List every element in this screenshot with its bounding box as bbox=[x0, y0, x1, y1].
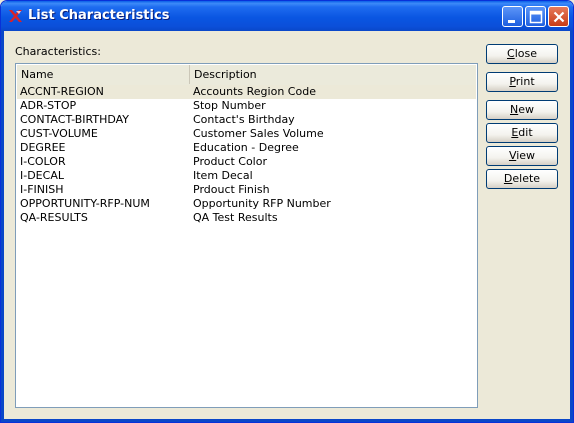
window-border-bottom bbox=[1, 419, 573, 422]
cell-name: QA-RESULTS bbox=[20, 211, 88, 224]
edit-label-rest: dit bbox=[518, 126, 533, 139]
new-label-rest: ew bbox=[518, 103, 534, 116]
close-mnemonic: C bbox=[507, 47, 515, 60]
list-characteristics-window: List Characteristics Characteristics: Na… bbox=[0, 0, 574, 423]
list-item[interactable]: QA-RESULTS QA Test Results bbox=[17, 211, 476, 225]
list-item[interactable]: I-FINISH Prdouct Finish bbox=[17, 183, 476, 197]
close-icon bbox=[553, 11, 565, 23]
title-bar[interactable]: List Characteristics bbox=[1, 1, 573, 31]
cell-name: I-DECAL bbox=[20, 169, 64, 182]
cell-description: Stop Number bbox=[193, 99, 266, 112]
window-border-right bbox=[570, 31, 573, 422]
cell-name: CUST-VOLUME bbox=[20, 127, 98, 140]
close-label-rest: lose bbox=[514, 47, 537, 60]
characteristics-label: Characteristics: bbox=[15, 45, 101, 58]
edit-button[interactable]: Edit bbox=[486, 123, 558, 143]
list-item[interactable]: ACCNT-REGION Accounts Region Code bbox=[17, 85, 476, 99]
cell-name: I-FINISH bbox=[20, 183, 64, 196]
list-header: Name Description bbox=[17, 65, 476, 86]
delete-button[interactable]: Delete bbox=[486, 169, 558, 189]
cell-name: OPPORTUNITY-RFP-NUM bbox=[20, 197, 150, 210]
list-item[interactable]: DEGREE Education - Degree bbox=[17, 141, 476, 155]
cell-name: I-COLOR bbox=[20, 155, 66, 168]
column-header-description[interactable]: Description bbox=[190, 65, 477, 84]
characteristics-list[interactable]: Name Description ACCNT-REGION Accounts Re… bbox=[15, 63, 478, 408]
window-border-left bbox=[1, 31, 4, 422]
minimize-button[interactable] bbox=[502, 6, 523, 27]
print-button[interactable]: Print bbox=[486, 72, 558, 92]
list-item[interactable]: I-DECAL Item Decal bbox=[17, 169, 476, 183]
column-header-name[interactable]: Name bbox=[17, 65, 190, 84]
close-button[interactable]: Close bbox=[486, 44, 558, 64]
cell-description: Customer Sales Volume bbox=[193, 127, 324, 140]
cell-description: Education - Degree bbox=[193, 141, 299, 154]
maximize-button[interactable] bbox=[525, 6, 546, 27]
view-button[interactable]: View bbox=[486, 146, 558, 166]
new-mnemonic: N bbox=[510, 103, 519, 116]
list-item[interactable]: CONTACT-BIRTHDAY Contact's Birthday bbox=[17, 113, 476, 127]
list-item[interactable]: ADR-STOP Stop Number bbox=[17, 99, 476, 113]
cell-name: DEGREE bbox=[20, 141, 66, 154]
new-button[interactable]: New bbox=[486, 100, 558, 120]
cell-description: Product Color bbox=[193, 155, 267, 168]
cell-description: Contact's Birthday bbox=[193, 113, 295, 126]
minimize-icon bbox=[508, 20, 515, 23]
list-item[interactable]: OPPORTUNITY-RFP-NUM Opportunity RFP Numbe… bbox=[17, 197, 476, 211]
window-title: List Characteristics bbox=[28, 8, 170, 23]
cell-name: ADR-STOP bbox=[20, 99, 77, 112]
app-logo-icon bbox=[7, 8, 23, 24]
cell-name: CONTACT-BIRTHDAY bbox=[20, 113, 130, 126]
view-label-rest: iew bbox=[516, 149, 536, 162]
list-item[interactable]: I-COLOR Product Color bbox=[17, 155, 476, 169]
close-window-button[interactable] bbox=[548, 6, 569, 27]
list-item[interactable]: CUST-VOLUME Customer Sales Volume bbox=[17, 127, 476, 141]
cell-name: ACCNT-REGION bbox=[20, 85, 104, 98]
cell-description: QA Test Results bbox=[193, 211, 278, 224]
cell-description: Accounts Region Code bbox=[193, 85, 316, 98]
print-label-rest: rint bbox=[515, 75, 535, 88]
delete-label-rest: elete bbox=[512, 172, 541, 185]
maximize-icon bbox=[529, 10, 543, 24]
cell-description: Opportunity RFP Number bbox=[193, 197, 331, 210]
cell-description: Item Decal bbox=[193, 169, 253, 182]
list-rows: ACCNT-REGION Accounts Region Code ADR-STO… bbox=[17, 85, 476, 225]
cell-description: Prdouct Finish bbox=[193, 183, 270, 196]
